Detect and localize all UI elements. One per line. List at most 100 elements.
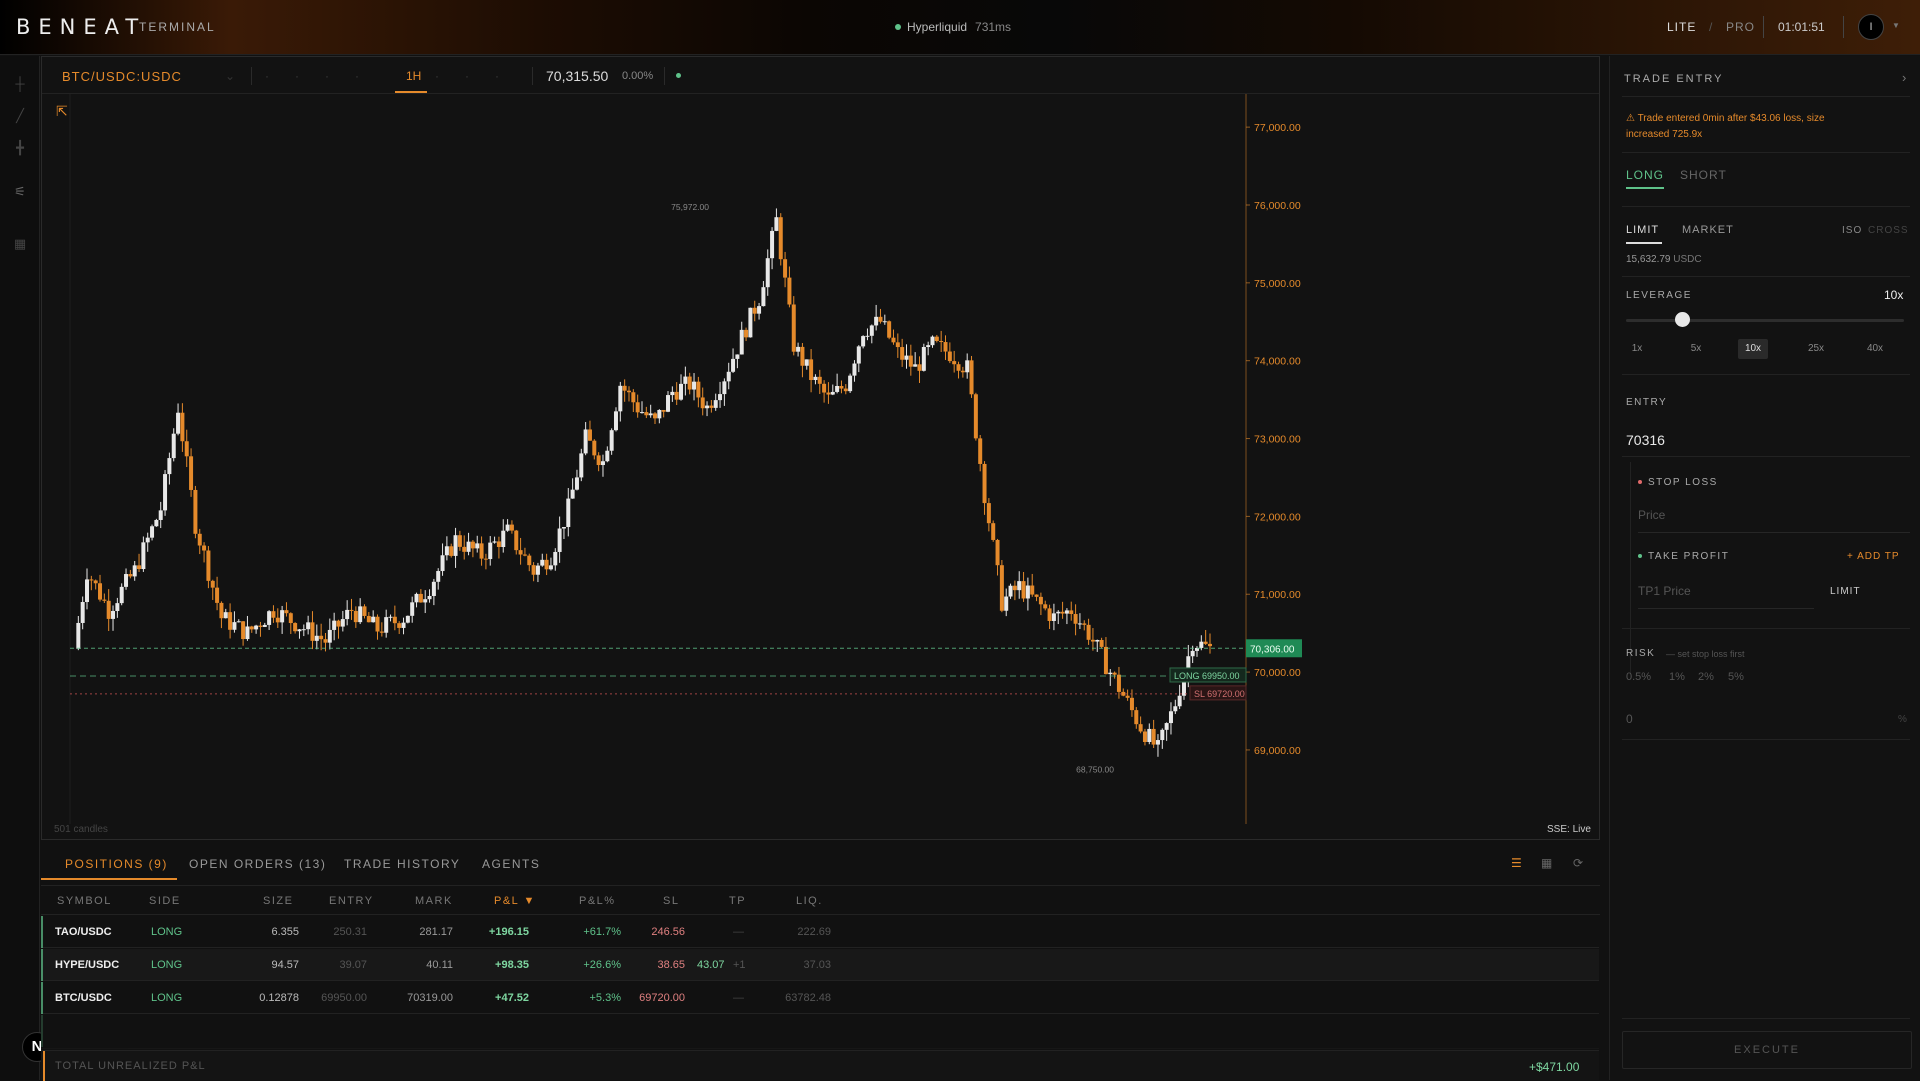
candle-body: [284, 610, 289, 614]
price-chart[interactable]: 77,000.00 76,000.00 75,000.00 74,000.00 73,0…: [42, 94, 1599, 824]
cell-tp[interactable]: —: [733, 992, 744, 1004]
risk-option[interactable]: 2%: [1698, 671, 1714, 683]
leverage-option-selected[interactable]: 10x: [1738, 339, 1768, 359]
candle-body: [1004, 596, 1009, 611]
measure-tool-icon[interactable]: ▦: [10, 236, 30, 252]
column-header[interactable]: ENTRY: [329, 895, 374, 907]
timeframe-placeholder[interactable]: ·: [495, 69, 499, 83]
margin-cross-toggle[interactable]: CROSS: [1868, 225, 1909, 236]
chevron-down-icon[interactable]: ⌄: [225, 69, 235, 83]
mode-pro-button[interactable]: PRO: [1726, 20, 1755, 34]
candle-body: [666, 395, 671, 412]
column-header[interactable]: SYMBOL: [57, 895, 112, 907]
execute-button[interactable]: EXECUTE: [1622, 1031, 1912, 1069]
list-view-icon[interactable]: ☰: [1511, 856, 1522, 870]
cell-symbol[interactable]: BTC/USDC: [55, 992, 112, 1004]
risk-option[interactable]: 5%: [1728, 671, 1744, 683]
candle-body: [548, 565, 553, 570]
table-row[interactable]: TAO/USDC LONG 6.355 250.31 281.17 +196.1…: [41, 916, 1599, 948]
candle-body: [366, 615, 371, 623]
candle-body: [991, 523, 996, 540]
column-header[interactable]: MARK: [415, 895, 453, 907]
symbol-selector[interactable]: BTC/USDC:USDC: [62, 69, 182, 84]
tp-order-type[interactable]: LIMIT: [1830, 586, 1861, 597]
candle-body: [1142, 731, 1147, 743]
cell-symbol[interactable]: TAO/USDC: [55, 926, 112, 938]
tab-open-orders[interactable]: OPEN ORDERS (13): [189, 857, 326, 871]
candle-body: [856, 346, 861, 364]
crosshair-tool-icon[interactable]: ┼: [10, 76, 30, 92]
candle-body: [232, 622, 237, 630]
timeframe-placeholder[interactable]: ·: [435, 69, 439, 83]
leverage-option[interactable]: 25x: [1801, 339, 1831, 359]
candle-body: [444, 546, 449, 556]
candle-body: [687, 376, 692, 390]
pattern-tool-icon[interactable]: ⚟: [10, 184, 30, 200]
risk-option[interactable]: 1%: [1669, 671, 1685, 683]
tp1-price-input[interactable]: TP1 Price: [1638, 584, 1691, 598]
risk-input[interactable]: 0: [1626, 712, 1633, 726]
cell-mark: 281.17: [419, 926, 453, 938]
cell-sl[interactable]: 246.56: [643, 926, 685, 938]
candle-body: [340, 619, 345, 627]
timeframe-placeholder[interactable]: ·: [325, 69, 329, 83]
column-header[interactable]: SIZE: [263, 895, 293, 907]
trendline-tool-icon[interactable]: ╱: [10, 108, 30, 124]
leverage-slider-track[interactable]: [1626, 319, 1904, 322]
grid-view-icon[interactable]: ▦: [1541, 856, 1552, 870]
stop-loss-input[interactable]: Price: [1638, 508, 1665, 522]
entry-price-input[interactable]: 70316: [1626, 432, 1665, 448]
column-header-sorted[interactable]: P&L ▼: [494, 895, 536, 907]
user-avatar[interactable]: I: [1858, 14, 1884, 40]
connection-dot-icon: [895, 24, 901, 30]
candle-body: [718, 394, 723, 401]
cell-sl[interactable]: 69720.00: [631, 992, 685, 1004]
risk-option[interactable]: 0.5%: [1626, 671, 1651, 683]
chevron-down-icon[interactable]: ▼: [1892, 21, 1900, 30]
margin-iso-toggle[interactable]: ISO: [1842, 225, 1862, 236]
collapse-chevron-icon[interactable]: ›: [1902, 70, 1906, 85]
candle-body: [904, 355, 909, 360]
column-header[interactable]: LIQ.: [796, 895, 823, 907]
column-header[interactable]: TP: [729, 895, 746, 907]
leverage-option[interactable]: 1x: [1622, 339, 1652, 359]
horizontal-line-tool-icon[interactable]: ╋: [10, 140, 30, 156]
cell-sl[interactable]: 38.65: [643, 959, 685, 971]
order-type-limit[interactable]: LIMIT: [1626, 224, 1659, 236]
candle-body: [731, 358, 736, 372]
candle-body: [622, 385, 627, 391]
refresh-icon[interactable]: ⟳: [1573, 856, 1583, 870]
table-row[interactable]: HYPE/USDC LONG 94.57 39.07 40.11 +98.35 …: [41, 949, 1599, 981]
cell-symbol[interactable]: HYPE/USDC: [55, 959, 119, 971]
table-row-partial[interactable]: [41, 1015, 1599, 1049]
leverage-option[interactable]: 5x: [1681, 339, 1711, 359]
timeframe-placeholder[interactable]: ·: [355, 69, 359, 83]
leverage-slider-thumb[interactable]: [1674, 312, 1690, 327]
column-header[interactable]: P&L%: [579, 895, 616, 907]
cell-tp[interactable]: —: [733, 926, 744, 938]
tab-short[interactable]: SHORT: [1680, 168, 1727, 182]
column-header[interactable]: SL: [663, 895, 679, 907]
candle-body: [137, 565, 142, 570]
cell-pnl-pct: +5.3%: [589, 992, 622, 1004]
candle-body: [345, 609, 350, 620]
table-row[interactable]: BTC/USDC LONG 0.12878 69950.00 70319.00 …: [41, 982, 1599, 1014]
column-header[interactable]: SIDE: [149, 895, 181, 907]
cell-entry: 250.31: [333, 926, 367, 938]
add-tp-button[interactable]: + ADD TP: [1847, 551, 1900, 562]
tab-positions[interactable]: POSITIONS (9): [65, 857, 168, 871]
tab-long[interactable]: LONG: [1626, 168, 1664, 182]
cell-tp-extra[interactable]: +1: [733, 959, 746, 971]
tab-agents[interactable]: AGENTS: [482, 857, 540, 871]
timeframe-placeholder[interactable]: ·: [295, 69, 299, 83]
leverage-option[interactable]: 40x: [1860, 339, 1890, 359]
candle-body: [869, 325, 874, 336]
timeframe-placeholder[interactable]: ·: [465, 69, 469, 83]
timeframe-placeholder[interactable]: ·: [265, 69, 269, 83]
tab-trade-history[interactable]: TRADE HISTORY: [344, 857, 460, 871]
order-type-market[interactable]: MARKET: [1682, 224, 1734, 236]
cell-tp[interactable]: 43.07: [697, 959, 725, 971]
candle-body: [501, 530, 506, 547]
mode-lite-button[interactable]: LITE: [1667, 20, 1696, 34]
timeframe-1h-button[interactable]: 1H: [406, 69, 421, 83]
